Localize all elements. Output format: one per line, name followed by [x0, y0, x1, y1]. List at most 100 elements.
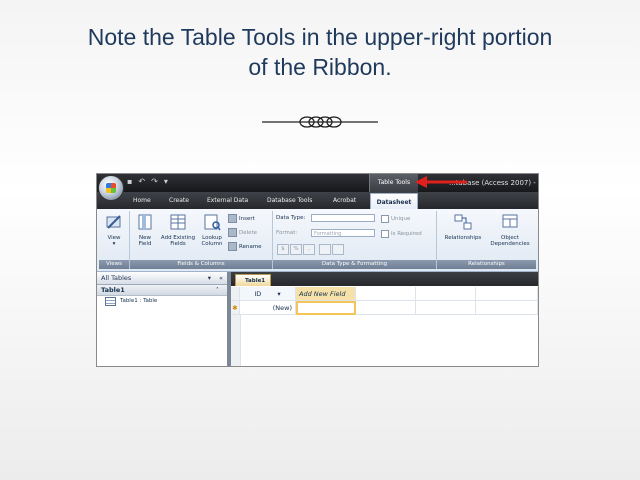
- nav-group-label: Table1: [101, 286, 125, 294]
- tab-database-tools[interactable]: Database Tools: [267, 192, 322, 209]
- chevron-up-icon[interactable]: ˄: [216, 285, 219, 295]
- save-icon[interactable]: ▪: [127, 177, 132, 186]
- customize-icon[interactable]: ▾: [164, 177, 168, 186]
- view-dropdown-icon: ▾: [112, 241, 116, 247]
- lookup-column-button[interactable]: Lookup Column: [198, 213, 226, 247]
- add-existing-fields-icon: [170, 214, 186, 230]
- new-record-icon[interactable]: ✱: [231, 301, 240, 315]
- insert-button[interactable]: Insert: [228, 214, 255, 223]
- tab-create[interactable]: Create: [169, 192, 199, 209]
- nav-item-label: Table1 : Table: [120, 298, 158, 304]
- redo-icon[interactable]: ↷: [151, 177, 158, 186]
- new-field-icon: [138, 214, 152, 230]
- empty-cell-1: [356, 301, 416, 315]
- datasheet-area: Table1 ID ▾ Add New Field ✱ (New): [231, 272, 538, 366]
- document-tab-bar: Table1: [231, 272, 538, 286]
- insert-label: Insert: [239, 215, 255, 222]
- record-selector-strip: [231, 315, 241, 366]
- access-screenshot: ▪ ↶ ↷ ▾ Table Tools ...tabase (Access 20…: [96, 173, 539, 367]
- unique-check-box: [381, 215, 389, 223]
- tab-home[interactable]: Home: [133, 192, 163, 209]
- relationships-group: Relationships Object Dependencies Relati…: [437, 211, 536, 269]
- delete-icon: [228, 228, 237, 237]
- comma-button[interactable]: ,: [303, 244, 315, 255]
- view-button[interactable]: View ▾: [103, 213, 125, 247]
- cell-id-new[interactable]: (New): [240, 301, 296, 315]
- delete-label: Delete: [239, 229, 258, 236]
- undo-icon[interactable]: ↶: [138, 177, 145, 186]
- empty-cell-3: [476, 301, 538, 315]
- table-icon: [105, 297, 116, 306]
- add-existing-fields-button[interactable]: Add Existing Fields: [158, 213, 198, 247]
- datasheet-new-row: ✱ (New): [231, 301, 538, 315]
- column-dropdown-icon[interactable]: ▾: [277, 290, 280, 298]
- view-icon: [106, 215, 121, 229]
- document-tab-table1[interactable]: Table1: [235, 274, 271, 286]
- empty-column-3: [476, 287, 538, 301]
- office-button[interactable]: [98, 175, 124, 201]
- relationships-label: Relationships: [444, 235, 482, 241]
- red-arrow-icon: [415, 176, 467, 188]
- slide-title-line1: Note the Table Tools in the upper-right …: [87, 24, 553, 50]
- lookup-column-icon: [204, 214, 221, 231]
- format-label: Format:: [276, 230, 298, 236]
- nav-pane-title: All Tables: [101, 274, 132, 282]
- percent-button[interactable]: %: [290, 244, 302, 255]
- nav-dropdown-icon[interactable]: ▾: [208, 272, 211, 284]
- ribbon-tab-bar: Home Create External Data Database Tools…: [97, 192, 538, 210]
- views-group-label: Views: [99, 260, 129, 269]
- rename-icon: [228, 242, 237, 251]
- decrease-decimals-button[interactable]: [332, 244, 344, 255]
- relationships-icon: [454, 214, 472, 230]
- format-select[interactable]: Formatting: [311, 229, 375, 237]
- slide-title: Note the Table Tools in the upper-right …: [40, 22, 600, 82]
- rename-label: Rename: [239, 243, 262, 250]
- nav-collapse-icon[interactable]: «: [219, 272, 223, 284]
- currency-button[interactable]: $: [277, 244, 289, 255]
- rename-button[interactable]: Rename: [228, 242, 262, 251]
- views-group: View ▾ Views: [99, 211, 130, 269]
- nav-pane-header[interactable]: All Tables ▾ «: [97, 272, 227, 285]
- object-dependencies-icon: [502, 214, 518, 228]
- quick-access-toolbar: ▪ ↶ ↷ ▾: [127, 177, 168, 186]
- is-required-checkbox[interactable]: Is Required: [381, 230, 422, 238]
- object-dep-label-2: Dependencies: [490, 241, 530, 247]
- cell-new-field-active[interactable]: [296, 301, 356, 315]
- tab-acrobat[interactable]: Acrobat: [333, 192, 363, 209]
- ornament-divider: [262, 116, 378, 128]
- data-type-select[interactable]: [311, 214, 375, 222]
- empty-column-2: [416, 287, 476, 301]
- insert-icon: [228, 214, 237, 223]
- object-dependencies-button[interactable]: Object Dependencies: [487, 213, 533, 247]
- empty-column-1: [356, 287, 416, 301]
- datasheet-header-row: ID ▾ Add New Field: [231, 287, 538, 301]
- column-id-label: ID: [254, 290, 262, 298]
- is-required-label: Is Required: [391, 231, 422, 237]
- tab-external-data[interactable]: External Data: [207, 192, 252, 209]
- new-field-label-2: Field: [138, 241, 152, 247]
- increase-decimals-button[interactable]: [319, 244, 331, 255]
- column-header-id[interactable]: ID ▾: [240, 287, 296, 301]
- delete-button[interactable]: Delete: [228, 228, 257, 237]
- nav-group-table1[interactable]: Table1 ˄: [97, 285, 227, 296]
- column-header-add-new-field[interactable]: Add New Field: [296, 287, 356, 301]
- fields-columns-group-label: Fields & Columns: [130, 260, 272, 269]
- table-tools-context-tab: Table Tools: [369, 174, 418, 192]
- select-all-cell[interactable]: [231, 287, 240, 301]
- add-existing-label-2: Fields: [170, 241, 186, 247]
- lookup-label-2: Column: [201, 241, 223, 247]
- slide-title-line2: of the Ribbon.: [248, 54, 392, 80]
- title-bar: ▪ ↶ ↷ ▾ Table Tools ...tabase (Access 20…: [97, 174, 538, 192]
- is-required-check-box: [381, 230, 389, 238]
- data-type-formatting-group: Data Type: Format: Formatting $ % , Uniq…: [273, 211, 437, 269]
- unique-checkbox[interactable]: Unique: [381, 215, 410, 223]
- relationships-group-label: Relationships: [437, 260, 536, 269]
- relationships-button[interactable]: Relationships: [439, 213, 487, 241]
- fields-columns-group: New Field Add Existing Fields Lookup Col…: [130, 211, 273, 269]
- data-type-label: Data Type:: [276, 215, 306, 221]
- tab-datasheet[interactable]: Datasheet: [370, 193, 418, 210]
- empty-cell-2: [416, 301, 476, 315]
- navigation-pane: All Tables ▾ « Table1 ˄ Table1 : Table: [97, 272, 231, 366]
- new-field-button[interactable]: New Field: [133, 213, 157, 247]
- nav-item-table1[interactable]: Table1 : Table: [97, 296, 227, 307]
